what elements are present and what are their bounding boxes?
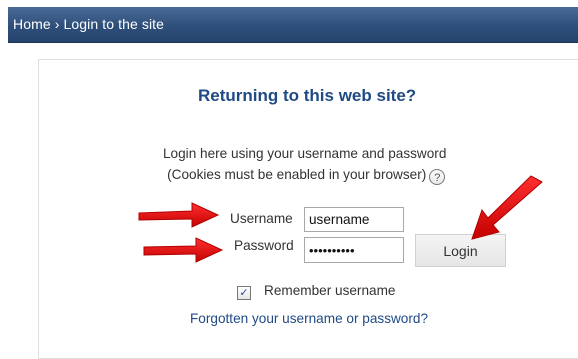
- remember-username-row: ✓ Remember username: [237, 283, 395, 300]
- breadcrumb: Home › Login to the site: [13, 16, 164, 32]
- top-navbar: Home › Login to the site: [8, 7, 578, 43]
- password-label: Password: [234, 238, 294, 253]
- remember-username-label: Remember username: [264, 283, 396, 298]
- instruction-line-1: Login here using your username and passw…: [163, 146, 447, 161]
- question-circle-icon[interactable]: ?: [429, 169, 446, 185]
- login-button[interactable]: Login: [415, 234, 506, 267]
- login-heading: Returning to this web site?: [198, 86, 417, 105]
- remember-username-checkbox[interactable]: ✓: [237, 286, 251, 300]
- forgot-password-link[interactable]: Forgotten your username or password?: [190, 311, 428, 326]
- breadcrumb-separator: ›: [54, 16, 60, 32]
- instruction-line-2: (Cookies must be enabled in your browser…: [167, 164, 446, 185]
- cookies-note: (Cookies must be enabled in your browser…: [167, 167, 427, 182]
- password-input[interactable]: [304, 237, 404, 263]
- breadcrumb-home-link[interactable]: Home: [13, 16, 51, 32]
- breadcrumb-current: Login to the site: [63, 16, 165, 32]
- username-label: Username: [230, 211, 293, 226]
- login-instructions: Login here using your username and passw…: [163, 143, 446, 185]
- username-input[interactable]: [304, 207, 404, 232]
